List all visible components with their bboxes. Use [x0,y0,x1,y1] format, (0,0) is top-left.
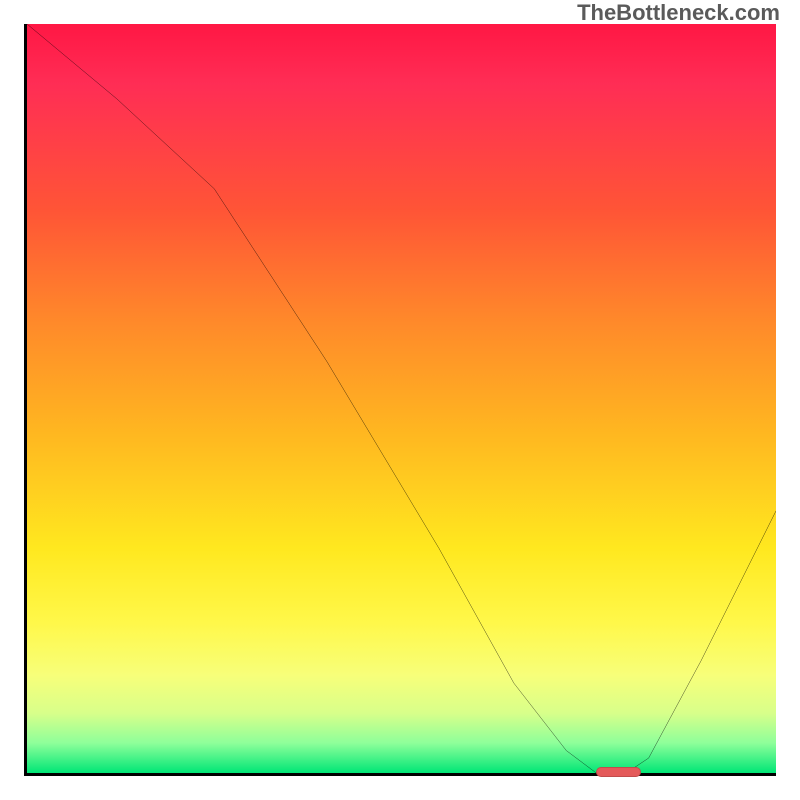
plot-area [24,24,776,776]
optimal-marker [596,767,641,777]
gradient-background [27,24,776,773]
watermark-text: TheBottleneck.com [577,0,780,26]
